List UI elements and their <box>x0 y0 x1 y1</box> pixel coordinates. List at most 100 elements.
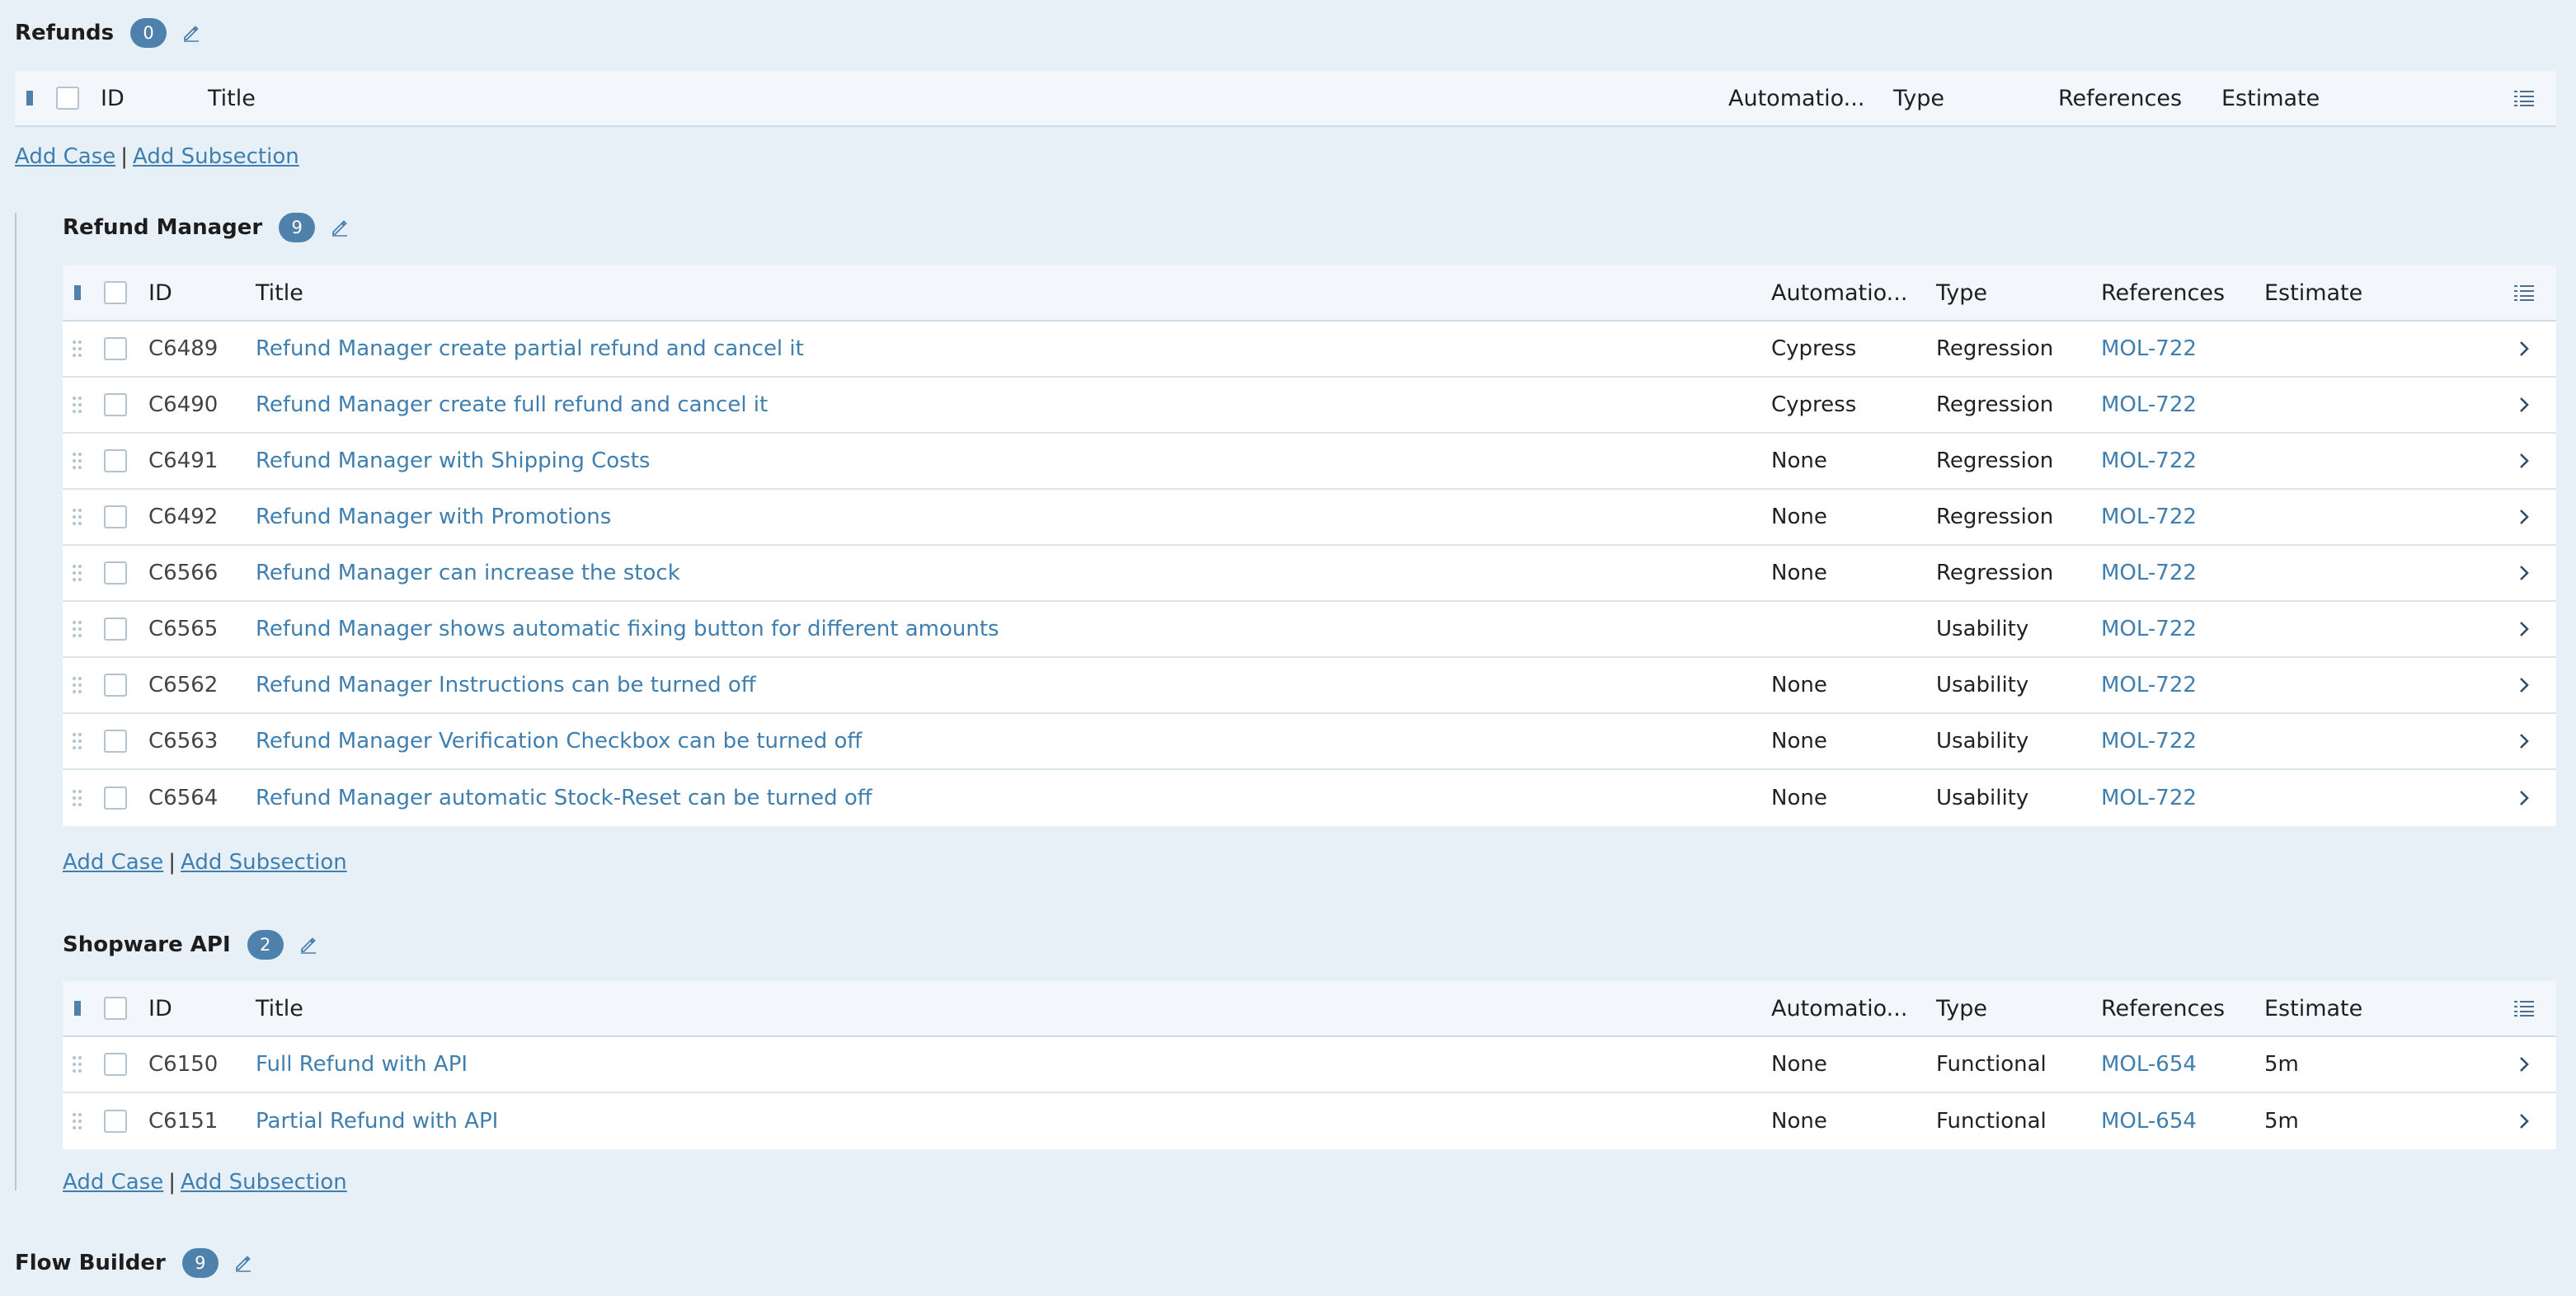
collapse-bar-icon[interactable] <box>69 265 86 320</box>
add-subsection-link[interactable]: Add Subsection <box>133 144 299 169</box>
select-all-checkbox[interactable] <box>104 997 127 1020</box>
case-reference-link[interactable]: MOL-722 <box>2101 729 2197 754</box>
table-row[interactable]: C6562 Refund Manager Instructions can be… <box>63 658 2556 714</box>
case-reference-link[interactable]: MOL-722 <box>2101 336 2197 361</box>
add-subsection-link[interactable]: Add Subsection <box>181 1170 347 1195</box>
case-title-link[interactable]: Refund Manager with Shipping Costs <box>256 448 650 473</box>
pencil-icon[interactable] <box>232 1251 255 1275</box>
table-row[interactable]: C6490 Refund Manager create full refund … <box>63 378 2556 434</box>
row-checkbox[interactable] <box>104 1053 127 1076</box>
drag-handle-icon[interactable] <box>69 546 86 600</box>
column-header-id[interactable]: ID <box>148 265 172 320</box>
column-options-icon[interactable] <box>2512 71 2536 125</box>
case-title-link[interactable]: Refund Manager create full refund and ca… <box>256 392 768 417</box>
column-header-type[interactable]: Type <box>1936 981 1987 1035</box>
select-all-checkbox[interactable] <box>104 281 127 304</box>
chevron-right-icon[interactable] <box>2512 546 2536 600</box>
case-title-link[interactable]: Full Refund with API <box>256 1052 468 1077</box>
column-header-automation[interactable]: Automatio... <box>1771 981 1907 1035</box>
case-title-link[interactable]: Refund Manager Verification Checkbox can… <box>256 729 862 754</box>
pencil-icon[interactable] <box>297 933 320 956</box>
column-header-estimate[interactable]: Estimate <box>2264 981 2362 1035</box>
table-row[interactable]: C6565 Refund Manager shows automatic fix… <box>63 602 2556 658</box>
drag-handle-icon[interactable] <box>69 1093 86 1149</box>
case-reference-link[interactable]: MOL-722 <box>2101 617 2197 641</box>
chevron-right-icon[interactable] <box>2512 602 2536 656</box>
column-header-type[interactable]: Type <box>1936 265 1987 320</box>
row-checkbox[interactable] <box>104 505 127 528</box>
column-header-type[interactable]: Type <box>1893 71 1944 125</box>
column-header-estimate[interactable]: Estimate <box>2264 265 2362 320</box>
case-reference-link[interactable]: MOL-722 <box>2101 673 2197 697</box>
table-row[interactable]: C6150 Full Refund with API None Function… <box>63 1037 2556 1093</box>
row-checkbox[interactable] <box>104 617 127 641</box>
select-all-checkbox[interactable] <box>56 87 79 110</box>
chevron-right-icon[interactable] <box>2512 714 2536 768</box>
case-title-link[interactable]: Refund Manager shows automatic fixing bu… <box>256 617 999 641</box>
table-row[interactable]: C6566 Refund Manager can increase the st… <box>63 546 2556 602</box>
add-subsection-link[interactable]: Add Subsection <box>181 850 347 875</box>
column-header-title[interactable]: Title <box>208 71 256 125</box>
chevron-right-icon[interactable] <box>2512 490 2536 544</box>
case-reference-link[interactable]: MOL-722 <box>2101 392 2197 417</box>
case-reference-link[interactable]: MOL-722 <box>2101 786 2197 810</box>
drag-handle-icon[interactable] <box>69 378 86 432</box>
case-title-link[interactable]: Refund Manager automatic Stock-Reset can… <box>256 786 872 810</box>
drag-handle-icon[interactable] <box>69 1037 86 1092</box>
column-header-estimate[interactable]: Estimate <box>2221 71 2320 125</box>
case-reference-link[interactable]: MOL-722 <box>2101 561 2197 585</box>
pencil-icon[interactable] <box>180 21 203 45</box>
table-row[interactable]: C6489 Refund Manager create partial refu… <box>63 322 2556 378</box>
case-reference-link[interactable]: MOL-654 <box>2101 1109 2197 1134</box>
column-header-references[interactable]: References <box>2058 71 2182 125</box>
chevron-right-icon[interactable] <box>2512 1037 2536 1092</box>
drag-handle-icon[interactable] <box>69 714 86 768</box>
column-header-id[interactable]: ID <box>148 981 172 1035</box>
row-checkbox[interactable] <box>104 674 127 697</box>
drag-handle-icon[interactable] <box>69 602 86 656</box>
row-checkbox[interactable] <box>104 393 127 416</box>
row-checkbox[interactable] <box>104 337 127 360</box>
collapse-bar-icon[interactable] <box>69 981 86 1035</box>
table-row[interactable]: C6492 Refund Manager with Promotions Non… <box>63 490 2556 546</box>
drag-handle-icon[interactable] <box>69 322 86 376</box>
chevron-right-icon[interactable] <box>2512 770 2536 826</box>
column-header-automation[interactable]: Automatio... <box>1771 265 1907 320</box>
chevron-right-icon[interactable] <box>2512 434 2536 488</box>
column-options-icon[interactable] <box>2512 265 2536 320</box>
chevron-right-icon[interactable] <box>2512 1093 2536 1149</box>
row-checkbox[interactable] <box>104 787 127 810</box>
column-header-title[interactable]: Title <box>256 981 303 1035</box>
table-row[interactable]: C6151 Partial Refund with API None Funct… <box>63 1093 2556 1149</box>
add-case-link[interactable]: Add Case <box>15 144 115 169</box>
case-title-link[interactable]: Refund Manager can increase the stock <box>256 561 680 585</box>
chevron-right-icon[interactable] <box>2512 322 2536 376</box>
drag-handle-icon[interactable] <box>69 490 86 544</box>
case-reference-link[interactable]: MOL-654 <box>2101 1052 2197 1077</box>
column-options-icon[interactable] <box>2512 981 2536 1035</box>
row-checkbox[interactable] <box>104 449 127 472</box>
drag-handle-icon[interactable] <box>69 770 86 826</box>
case-title-link[interactable]: Refund Manager with Promotions <box>256 505 611 529</box>
case-reference-link[interactable]: MOL-722 <box>2101 505 2197 529</box>
column-header-automation[interactable]: Automatio... <box>1728 71 1864 125</box>
table-row[interactable]: C6563 Refund Manager Verification Checkb… <box>63 714 2556 770</box>
add-case-link[interactable]: Add Case <box>63 850 163 875</box>
table-row[interactable]: C6564 Refund Manager automatic Stock-Res… <box>63 770 2556 826</box>
row-checkbox[interactable] <box>104 730 127 753</box>
row-checkbox[interactable] <box>104 561 127 585</box>
chevron-right-icon[interactable] <box>2512 658 2536 712</box>
row-checkbox[interactable] <box>104 1110 127 1133</box>
add-case-link[interactable]: Add Case <box>63 1170 163 1195</box>
pencil-icon[interactable] <box>328 216 351 239</box>
case-title-link[interactable]: Refund Manager create partial refund and… <box>256 336 804 361</box>
drag-handle-icon[interactable] <box>69 658 86 712</box>
case-title-link[interactable]: Partial Refund with API <box>256 1109 498 1134</box>
drag-handle-icon[interactable] <box>69 434 86 488</box>
table-row[interactable]: C6491 Refund Manager with Shipping Costs… <box>63 434 2556 490</box>
case-title-link[interactable]: Refund Manager Instructions can be turne… <box>256 673 756 697</box>
column-header-id[interactable]: ID <box>101 71 125 125</box>
case-reference-link[interactable]: MOL-722 <box>2101 448 2197 473</box>
column-header-references[interactable]: References <box>2101 981 2225 1035</box>
collapse-bar-icon[interactable] <box>21 71 38 125</box>
